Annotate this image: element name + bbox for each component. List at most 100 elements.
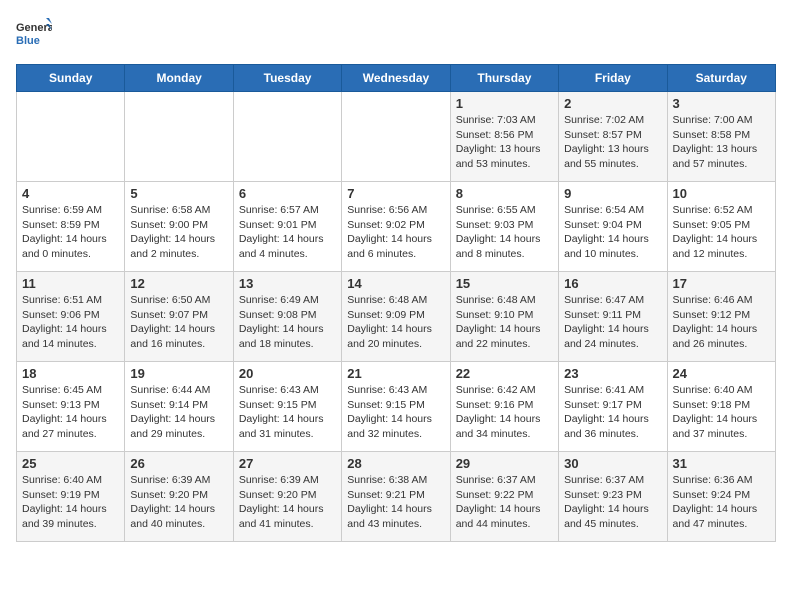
day-cell: 9 Sunrise: 6:54 AM Sunset: 9:04 PM Daylig… xyxy=(559,182,667,272)
day-info: Sunrise: 6:54 AM Sunset: 9:04 PM Dayligh… xyxy=(564,203,661,262)
day-cell: 30 Sunrise: 6:37 AM Sunset: 9:23 PM Dayli… xyxy=(559,452,667,542)
day-number: 10 xyxy=(673,186,770,201)
week-row-5: 25 Sunrise: 6:40 AM Sunset: 9:19 PM Dayli… xyxy=(17,452,776,542)
week-row-4: 18Sunrise: 6:45 AM Sunset: 9:13 PM Dayli… xyxy=(17,362,776,452)
day-info: Sunrise: 6:41 AM Sunset: 9:17 PM Dayligh… xyxy=(564,383,661,442)
day-number: 29 xyxy=(456,456,553,471)
day-cell: 2 Sunrise: 7:02 AM Sunset: 8:57 PM Daylig… xyxy=(559,92,667,182)
header-sunday: Sunday xyxy=(17,65,125,92)
logo-svg: General Blue xyxy=(16,16,52,52)
day-number: 15 xyxy=(456,276,553,291)
day-info: Sunrise: 6:48 AM Sunset: 9:10 PM Dayligh… xyxy=(456,293,553,352)
day-number: 20 xyxy=(239,366,336,381)
day-info: Sunrise: 6:39 AM Sunset: 9:20 PM Dayligh… xyxy=(130,473,227,532)
day-info: Sunrise: 6:59 AM Sunset: 8:59 PM Dayligh… xyxy=(22,203,119,262)
day-info: Sunrise: 6:37 AM Sunset: 9:23 PM Dayligh… xyxy=(564,473,661,532)
day-cell: 6Sunrise: 6:57 AM Sunset: 9:01 PM Daylig… xyxy=(233,182,341,272)
day-number: 7 xyxy=(347,186,444,201)
day-number: 1 xyxy=(456,96,553,111)
header-saturday: Saturday xyxy=(667,65,775,92)
day-cell: 15 Sunrise: 6:48 AM Sunset: 9:10 PM Dayli… xyxy=(450,272,558,362)
day-cell: 31Sunrise: 6:36 AM Sunset: 9:24 PM Dayli… xyxy=(667,452,775,542)
day-info: Sunrise: 6:42 AM Sunset: 9:16 PM Dayligh… xyxy=(456,383,553,442)
day-number: 26 xyxy=(130,456,227,471)
day-info: Sunrise: 6:43 AM Sunset: 9:15 PM Dayligh… xyxy=(347,383,444,442)
day-cell: 13 Sunrise: 6:49 AM Sunset: 9:08 PM Dayli… xyxy=(233,272,341,362)
day-info: Sunrise: 6:40 AM Sunset: 9:19 PM Dayligh… xyxy=(22,473,119,532)
svg-text:General: General xyxy=(16,22,52,34)
day-number: 2 xyxy=(564,96,661,111)
week-row-3: 11 Sunrise: 6:51 AM Sunset: 9:06 PM Dayli… xyxy=(17,272,776,362)
day-number: 5 xyxy=(130,186,227,201)
day-number: 11 xyxy=(22,276,119,291)
day-cell: 4Sunrise: 6:59 AM Sunset: 8:59 PM Daylig… xyxy=(17,182,125,272)
day-cell: 17 Sunrise: 6:46 AM Sunset: 9:12 PM Dayli… xyxy=(667,272,775,362)
day-info: Sunrise: 6:40 AM Sunset: 9:18 PM Dayligh… xyxy=(673,383,770,442)
day-number: 3 xyxy=(673,96,770,111)
day-cell: 26 Sunrise: 6:39 AM Sunset: 9:20 PM Dayli… xyxy=(125,452,233,542)
day-info: Sunrise: 6:46 AM Sunset: 9:12 PM Dayligh… xyxy=(673,293,770,352)
day-info: Sunrise: 6:52 AM Sunset: 9:05 PM Dayligh… xyxy=(673,203,770,262)
day-cell: 29 Sunrise: 6:37 AM Sunset: 9:22 PM Dayli… xyxy=(450,452,558,542)
day-info: Sunrise: 6:51 AM Sunset: 9:06 PM Dayligh… xyxy=(22,293,119,352)
day-cell: 3 Sunrise: 7:00 AM Sunset: 8:58 PM Daylig… xyxy=(667,92,775,182)
day-info: Sunrise: 6:57 AM Sunset: 9:01 PM Dayligh… xyxy=(239,203,336,262)
day-info: Sunrise: 7:02 AM Sunset: 8:57 PM Dayligh… xyxy=(564,113,661,172)
day-cell: 19 Sunrise: 6:44 AM Sunset: 9:14 PM Dayli… xyxy=(125,362,233,452)
day-number: 24 xyxy=(673,366,770,381)
day-cell: 25 Sunrise: 6:40 AM Sunset: 9:19 PM Dayli… xyxy=(17,452,125,542)
day-info: Sunrise: 6:58 AM Sunset: 9:00 PM Dayligh… xyxy=(130,203,227,262)
day-info: Sunrise: 6:56 AM Sunset: 9:02 PM Dayligh… xyxy=(347,203,444,262)
day-cell xyxy=(17,92,125,182)
day-info: Sunrise: 6:39 AM Sunset: 9:20 PM Dayligh… xyxy=(239,473,336,532)
day-number: 17 xyxy=(673,276,770,291)
day-cell: 20 Sunrise: 6:43 AM Sunset: 9:15 PM Dayli… xyxy=(233,362,341,452)
day-number: 25 xyxy=(22,456,119,471)
day-cell: 7 Sunrise: 6:56 AM Sunset: 9:02 PM Daylig… xyxy=(342,182,450,272)
day-number: 8 xyxy=(456,186,553,201)
day-cell xyxy=(342,92,450,182)
day-info: Sunrise: 6:43 AM Sunset: 9:15 PM Dayligh… xyxy=(239,383,336,442)
day-info: Sunrise: 6:38 AM Sunset: 9:21 PM Dayligh… xyxy=(347,473,444,532)
day-info: Sunrise: 6:37 AM Sunset: 9:22 PM Dayligh… xyxy=(456,473,553,532)
day-cell: 10 Sunrise: 6:52 AM Sunset: 9:05 PM Dayli… xyxy=(667,182,775,272)
header-wednesday: Wednesday xyxy=(342,65,450,92)
day-cell: 22 Sunrise: 6:42 AM Sunset: 9:16 PM Dayli… xyxy=(450,362,558,452)
day-number: 14 xyxy=(347,276,444,291)
day-number: 16 xyxy=(564,276,661,291)
logo: General Blue xyxy=(16,16,52,52)
day-cell: 12 Sunrise: 6:50 AM Sunset: 9:07 PM Dayli… xyxy=(125,272,233,362)
day-info: Sunrise: 7:00 AM Sunset: 8:58 PM Dayligh… xyxy=(673,113,770,172)
day-cell: 18Sunrise: 6:45 AM Sunset: 9:13 PM Dayli… xyxy=(17,362,125,452)
day-info: Sunrise: 6:50 AM Sunset: 9:07 PM Dayligh… xyxy=(130,293,227,352)
day-info: Sunrise: 6:55 AM Sunset: 9:03 PM Dayligh… xyxy=(456,203,553,262)
day-number: 12 xyxy=(130,276,227,291)
header-row: SundayMondayTuesdayWednesdayThursdayFrid… xyxy=(17,65,776,92)
day-number: 31 xyxy=(673,456,770,471)
calendar-table: SundayMondayTuesdayWednesdayThursdayFrid… xyxy=(16,64,776,542)
day-number: 22 xyxy=(456,366,553,381)
day-cell: 28Sunrise: 6:38 AM Sunset: 9:21 PM Dayli… xyxy=(342,452,450,542)
day-cell xyxy=(125,92,233,182)
header-tuesday: Tuesday xyxy=(233,65,341,92)
day-number: 19 xyxy=(130,366,227,381)
day-info: Sunrise: 6:47 AM Sunset: 9:11 PM Dayligh… xyxy=(564,293,661,352)
header-monday: Monday xyxy=(125,65,233,92)
day-cell: 27 Sunrise: 6:39 AM Sunset: 9:20 PM Dayli… xyxy=(233,452,341,542)
day-cell: 21Sunrise: 6:43 AM Sunset: 9:15 PM Dayli… xyxy=(342,362,450,452)
day-info: Sunrise: 6:44 AM Sunset: 9:14 PM Dayligh… xyxy=(130,383,227,442)
header-thursday: Thursday xyxy=(450,65,558,92)
day-number: 27 xyxy=(239,456,336,471)
day-cell: 11 Sunrise: 6:51 AM Sunset: 9:06 PM Dayli… xyxy=(17,272,125,362)
day-info: Sunrise: 6:49 AM Sunset: 9:08 PM Dayligh… xyxy=(239,293,336,352)
week-row-2: 4Sunrise: 6:59 AM Sunset: 8:59 PM Daylig… xyxy=(17,182,776,272)
day-cell: 23Sunrise: 6:41 AM Sunset: 9:17 PM Dayli… xyxy=(559,362,667,452)
svg-text:Blue: Blue xyxy=(16,35,40,47)
day-cell: 16 Sunrise: 6:47 AM Sunset: 9:11 PM Dayli… xyxy=(559,272,667,362)
day-info: Sunrise: 7:03 AM Sunset: 8:56 PM Dayligh… xyxy=(456,113,553,172)
day-number: 30 xyxy=(564,456,661,471)
day-number: 13 xyxy=(239,276,336,291)
day-info: Sunrise: 6:45 AM Sunset: 9:13 PM Dayligh… xyxy=(22,383,119,442)
day-number: 9 xyxy=(564,186,661,201)
page-header: General Blue xyxy=(16,16,776,52)
